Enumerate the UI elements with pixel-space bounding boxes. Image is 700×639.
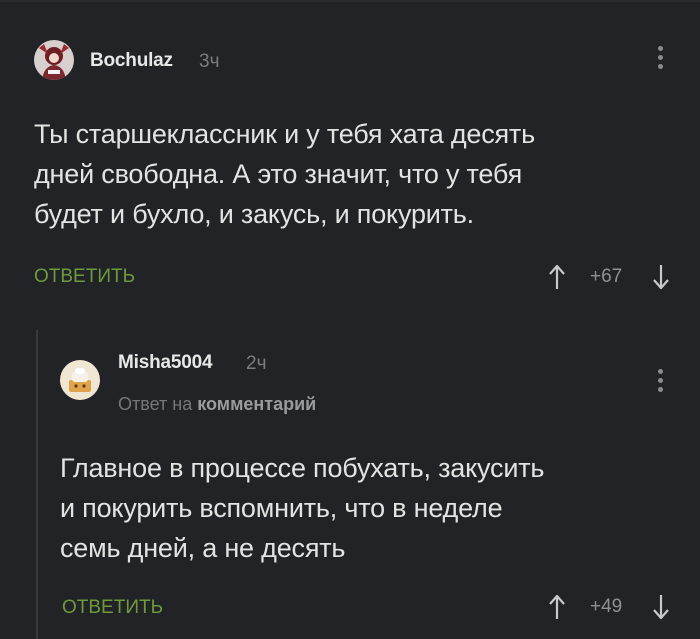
arrow-up-icon[interactable] (548, 264, 566, 295)
comment-author[interactable]: Bochulaz (90, 50, 173, 72)
more-vertical-icon[interactable] (658, 369, 664, 396)
arrow-down-icon[interactable] (652, 264, 670, 295)
comment-text-line: Ты старшеклассник и у тебя хата десять (34, 119, 535, 149)
comment-text-line: семь дней, а не десять (60, 533, 346, 563)
comment-text-line: и покурить вспомнить, что в неделе (60, 493, 503, 523)
comment-author[interactable]: Misha5004 (118, 352, 213, 374)
avatar[interactable] (60, 360, 100, 400)
comment-text-line: дней свободна. А это значит, что у тебя (34, 159, 523, 189)
rating-value: +67 (590, 266, 623, 287)
reply-button[interactable]: ОТВЕТИТЬ (34, 266, 135, 288)
arrow-down-icon[interactable] (652, 594, 670, 625)
comment-text-line: будет и бухло, и закусь, и покурить. (34, 199, 474, 229)
comment-time: 2ч (246, 353, 267, 374)
arrow-up-icon[interactable] (548, 594, 566, 625)
reply-to-link[interactable]: комментарий (197, 394, 316, 414)
comment-body: Ты старшеклассник и у тебя хата десять д… (34, 114, 535, 234)
top-divider (0, 0, 700, 2)
avatar[interactable] (34, 40, 74, 80)
reply-to-prefix: Ответ на (118, 394, 193, 414)
more-vertical-icon[interactable] (658, 46, 664, 73)
comment-body: Главное в процессе побухать, закусить и … (60, 448, 544, 568)
reply-to-info: Ответ на комментарий (118, 394, 316, 415)
rating-value: +49 (590, 596, 623, 617)
comment-time: 3ч (199, 51, 220, 72)
comment-text-line: Главное в процессе побухать, закусить (60, 453, 545, 483)
reply-button[interactable]: ОТВЕТИТЬ (62, 597, 163, 619)
thread-line[interactable] (36, 330, 38, 639)
